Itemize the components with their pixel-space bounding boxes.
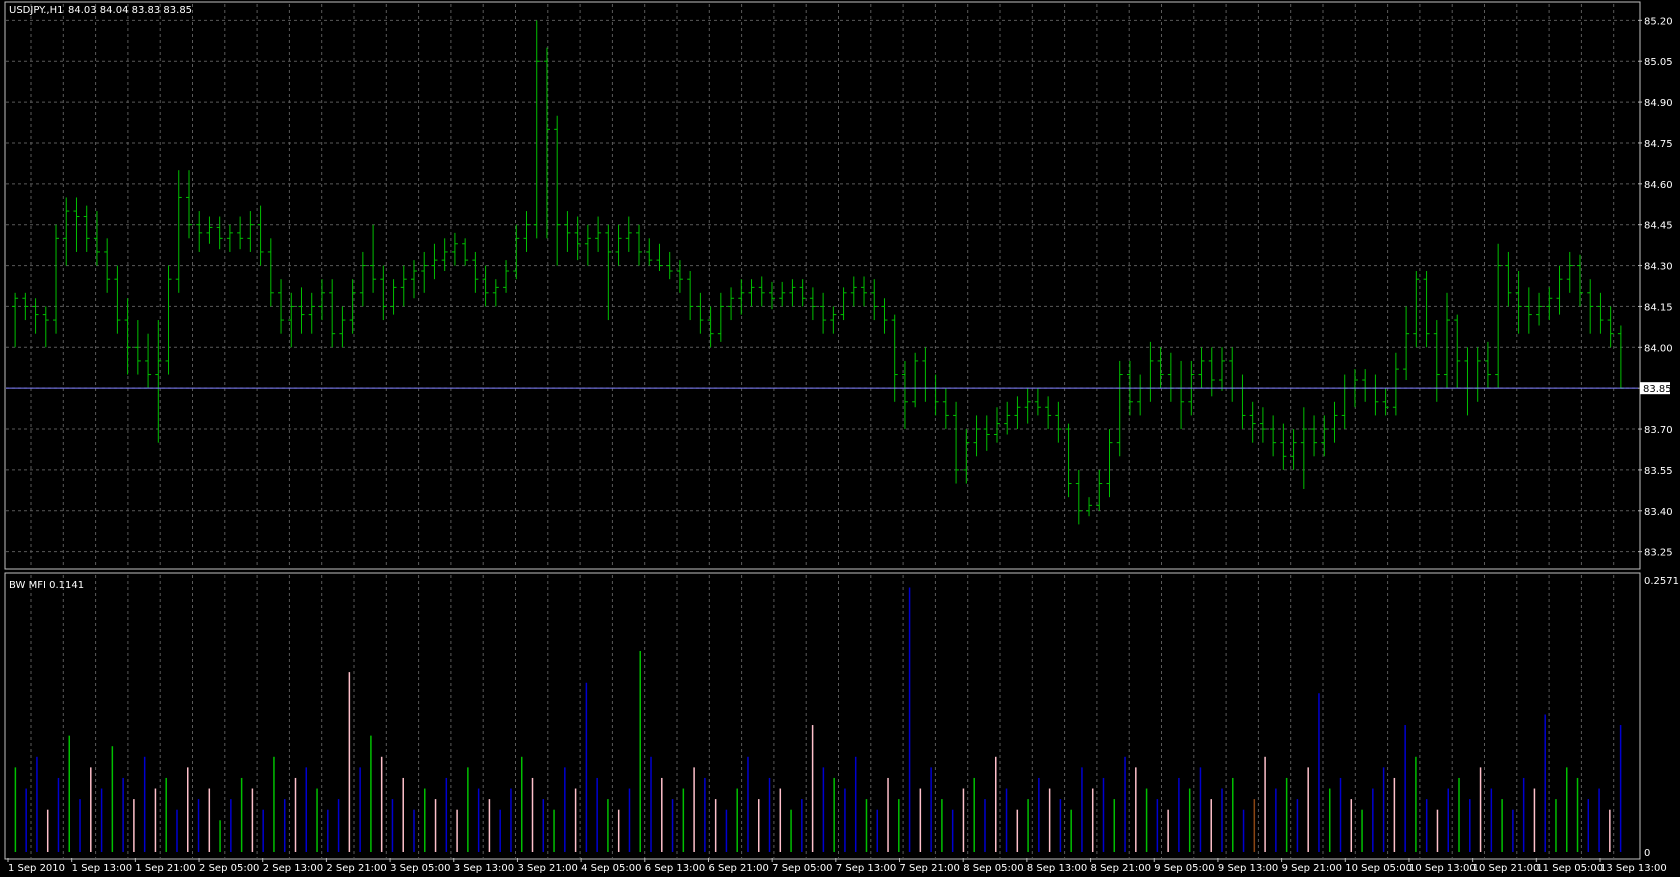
mfi-tick-label: 0 [1644, 848, 1650, 859]
symbol-title: USDJPY.,H1 [9, 5, 63, 16]
price-tick-label: 83.55 [1644, 466, 1673, 477]
time-tick-label: 2 Sep 05:00 [199, 863, 259, 874]
time-tick-label: 1 Sep 13:00 [72, 863, 132, 874]
price-tick-label: 84.90 [1644, 98, 1673, 109]
price-tick-label: 85.20 [1644, 16, 1673, 27]
price-tick-label: 84.75 [1644, 139, 1673, 150]
time-tick-label: 6 Sep 13:00 [645, 863, 705, 874]
time-tick-label: 9 Sep 13:00 [1218, 863, 1278, 874]
time-tick-label: 10 Sep 05:00 [1345, 863, 1412, 874]
current-price-label: 83.85 [1640, 382, 1672, 395]
price-tick-label: 83.40 [1644, 507, 1673, 518]
price-tick-label: 84.15 [1644, 302, 1673, 313]
chart-canvas: 85.20 85.05 84.90 84.75 84.60 84.45 84.30 84.15… [0, 0, 1680, 877]
mfi-title: BW MFI 0.1141 [9, 580, 84, 591]
time-tick-label: 3 Sep 05:00 [390, 863, 450, 874]
price-tick-label: 84.30 [1644, 262, 1673, 273]
price-tick-label: 84.45 [1644, 221, 1673, 232]
time-tick-label: 4 Sep 05:00 [581, 863, 641, 874]
time-tick-label: 6 Sep 21:00 [708, 863, 768, 874]
time-tick-label: 2 Sep 21:00 [326, 863, 386, 874]
time-tick-label: 7 Sep 05:00 [772, 863, 832, 874]
price-tick-label: 85.05 [1644, 57, 1673, 68]
background [0, 0, 1680, 877]
time-tick-label: 7 Sep 21:00 [900, 863, 960, 874]
time-tick-label: 7 Sep 13:00 [836, 863, 896, 874]
time-tick-label: 8 Sep 13:00 [1027, 863, 1087, 874]
current-price-label-text: 83.85 [1643, 384, 1672, 395]
time-tick-label: 1 Sep 2010 [8, 863, 65, 874]
time-tick-label: 8 Sep 05:00 [963, 863, 1023, 874]
time-tick-label: 3 Sep 13:00 [454, 863, 514, 874]
time-tick-label: 9 Sep 21:00 [1282, 863, 1342, 874]
time-tick-label: 10 Sep 13:00 [1409, 863, 1476, 874]
time-tick-label: 9 Sep 05:00 [1154, 863, 1214, 874]
time-tick-label: 8 Sep 21:00 [1091, 863, 1151, 874]
time-tick-label: 2 Sep 13:00 [263, 863, 323, 874]
time-tick-label: 3 Sep 21:00 [517, 863, 577, 874]
time-tick-label: 1 Sep 21:00 [135, 863, 195, 874]
price-tick-label: 84.60 [1644, 180, 1673, 191]
time-tick-label: 10 Sep 21:00 [1473, 863, 1540, 874]
price-tick-label: 83.25 [1644, 548, 1673, 559]
price-tick-label: 84.00 [1644, 343, 1673, 354]
ohlc-readout: 84.03 84.04 83.83 83.85 [68, 5, 192, 16]
mfi-tick-label: 0.2571 [1644, 576, 1679, 587]
time-tick-label: 13 Sep 13:00 [1600, 863, 1667, 874]
time-tick-label: 11 Sep 05:00 [1536, 863, 1603, 874]
price-tick-label: 83.70 [1644, 425, 1673, 436]
